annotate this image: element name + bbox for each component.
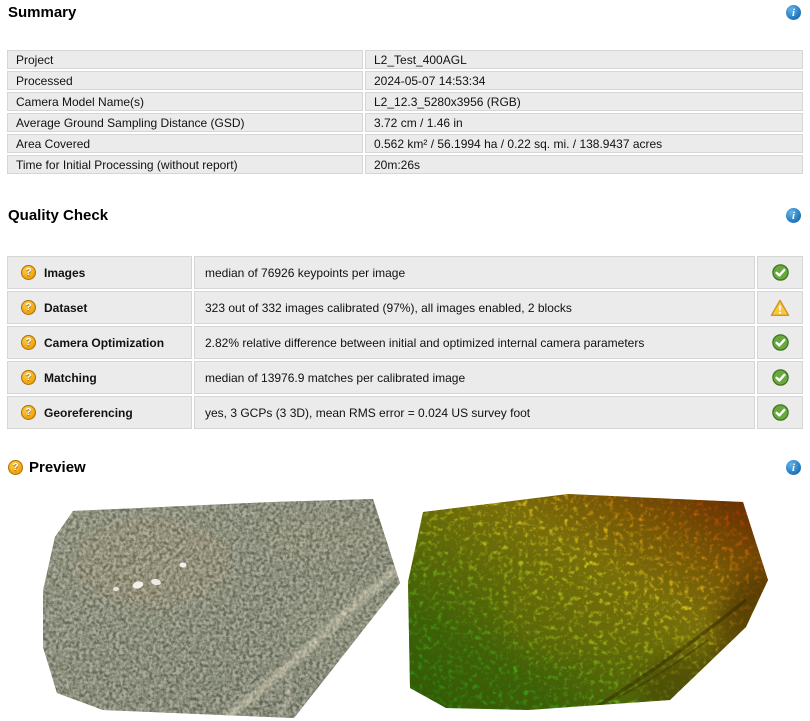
check-icon bbox=[772, 404, 789, 421]
quality-row-label: Camera Optimization bbox=[44, 336, 164, 350]
quality-row-description: median of 76926 keypoints per image bbox=[194, 256, 755, 289]
quality-row-description: yes, 3 GCPs (3 3D), mean RMS error = 0.0… bbox=[194, 396, 755, 429]
summary-row: Time for Initial Processing (without rep… bbox=[7, 155, 803, 174]
preview-header: ? Preview i bbox=[0, 455, 810, 476]
summary-table: Project L2_Test_400AGL Processed 2024-05… bbox=[5, 48, 805, 176]
preview-orthomosaic-image bbox=[43, 499, 400, 721]
info-icon[interactable]: i bbox=[786, 460, 801, 475]
quality-check-header: Quality Check i bbox=[0, 203, 810, 224]
preview-title: Preview bbox=[29, 459, 86, 476]
summary-row: Camera Model Name(s) L2_12.3_5280x3956 (… bbox=[7, 92, 803, 111]
quality-row-images: ? Images median of 76926 keypoints per i… bbox=[7, 256, 803, 289]
summary-row-label: Project bbox=[7, 50, 363, 69]
summary-row: Processed 2024-05-07 14:53:34 bbox=[7, 71, 803, 90]
summary-row-value: L2_12.3_5280x3956 (RGB) bbox=[365, 92, 803, 111]
summary-title: Summary bbox=[8, 4, 76, 21]
summary-row-label: Processed bbox=[7, 71, 363, 90]
help-icon[interactable]: ? bbox=[21, 370, 36, 385]
summary-row-label: Area Covered bbox=[7, 134, 363, 153]
summary-row: Project L2_Test_400AGL bbox=[7, 50, 803, 69]
quality-report-page: Summary i Project L2_Test_400AGL Process… bbox=[0, 0, 810, 714]
preview-images bbox=[43, 492, 810, 721]
help-icon[interactable]: ? bbox=[21, 300, 36, 315]
help-icon[interactable]: ? bbox=[21, 405, 36, 420]
info-icon[interactable]: i bbox=[786, 208, 801, 223]
warning-icon bbox=[770, 299, 790, 317]
help-icon[interactable]: ? bbox=[21, 335, 36, 350]
check-icon bbox=[772, 369, 789, 386]
summary-row: Average Ground Sampling Distance (GSD) 3… bbox=[7, 113, 803, 132]
status-cell bbox=[757, 361, 803, 394]
summary-row: Area Covered 0.562 km² / 56.1994 ha / 0.… bbox=[7, 134, 803, 153]
summary-row-value: 0.562 km² / 56.1994 ha / 0.22 sq. mi. / … bbox=[365, 134, 803, 153]
check-icon bbox=[772, 334, 789, 351]
status-cell bbox=[757, 291, 803, 324]
summary-row-value: 3.72 cm / 1.46 in bbox=[365, 113, 803, 132]
summary-row-label: Average Ground Sampling Distance (GSD) bbox=[7, 113, 363, 132]
info-icon[interactable]: i bbox=[786, 5, 801, 20]
quality-row-georeferencing: ? Georeferencing yes, 3 GCPs (3 3D), mea… bbox=[7, 396, 803, 429]
summary-header: Summary i bbox=[0, 0, 810, 21]
summary-row-label: Camera Model Name(s) bbox=[7, 92, 363, 111]
preview-dsm-image bbox=[408, 492, 770, 710]
quality-row-label: Georeferencing bbox=[44, 406, 133, 420]
summary-row-value: 20m:26s bbox=[365, 155, 803, 174]
status-cell bbox=[757, 396, 803, 429]
help-icon[interactable]: ? bbox=[21, 265, 36, 280]
quality-row-dataset: ? Dataset 323 out of 332 images calibrat… bbox=[7, 291, 803, 324]
summary-row-value: 2024-05-07 14:53:34 bbox=[365, 71, 803, 90]
quality-check-table: ? Images median of 76926 keypoints per i… bbox=[5, 254, 805, 431]
summary-row-value: L2_Test_400AGL bbox=[365, 50, 803, 69]
quality-row-description: 2.82% relative difference between initia… bbox=[194, 326, 755, 359]
quality-row-camera-optimization: ? Camera Optimization 2.82% relative dif… bbox=[7, 326, 803, 359]
quality-row-label: Matching bbox=[44, 371, 97, 385]
check-icon bbox=[772, 264, 789, 281]
summary-row-label: Time for Initial Processing (without rep… bbox=[7, 155, 363, 174]
quality-row-description: median of 13976.9 matches per calibrated… bbox=[194, 361, 755, 394]
status-cell bbox=[757, 326, 803, 359]
quality-row-label: Dataset bbox=[44, 301, 87, 315]
quality-check-title: Quality Check bbox=[8, 207, 108, 224]
quality-row-matching: ? Matching median of 13976.9 matches per… bbox=[7, 361, 803, 394]
help-icon[interactable]: ? bbox=[8, 460, 23, 475]
status-cell bbox=[757, 256, 803, 289]
quality-row-description: 323 out of 332 images calibrated (97%), … bbox=[194, 291, 755, 324]
quality-row-label: Images bbox=[44, 266, 85, 280]
